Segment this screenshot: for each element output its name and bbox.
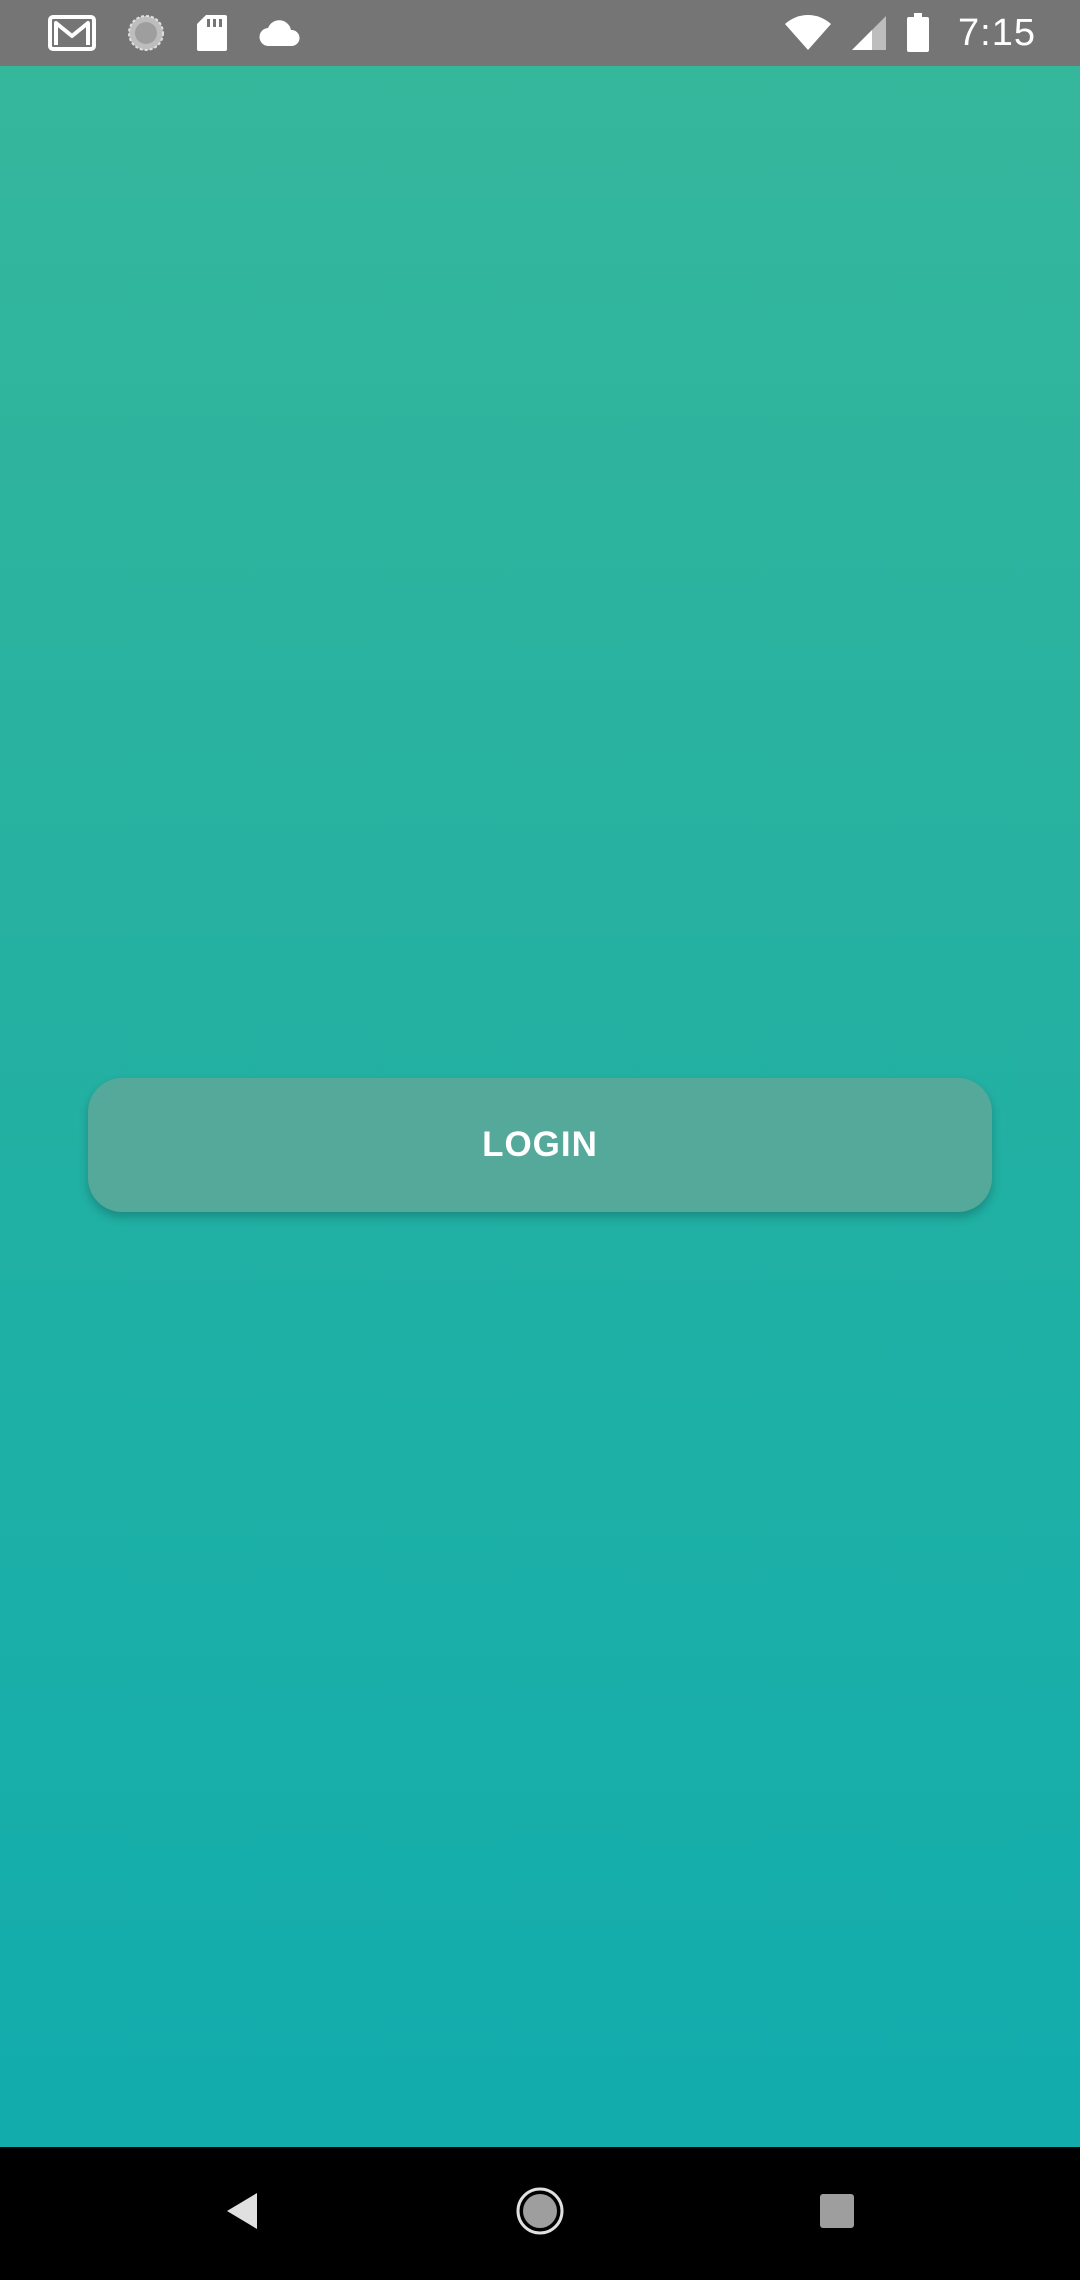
back-icon: [223, 2191, 263, 2236]
wifi-icon: [784, 14, 832, 52]
gmail-icon: [48, 15, 96, 51]
back-button[interactable]: [163, 2147, 323, 2280]
loading-icon: [126, 13, 166, 53]
login-screen: LOGIN: [0, 66, 1080, 2147]
sd-card-icon: [196, 14, 228, 52]
login-button[interactable]: LOGIN: [88, 1078, 992, 1212]
status-bar: 7:15: [0, 0, 1080, 66]
phone-screen: 7:15 LOGIN: [0, 0, 1080, 2280]
status-bar-time: 7:15: [958, 11, 1036, 54]
status-bar-system: 7:15: [766, 12, 1036, 55]
status-bar-notifications: [48, 13, 332, 53]
navigation-bar: [0, 2147, 1080, 2280]
battery-icon: [906, 13, 930, 53]
home-button[interactable]: [460, 2147, 620, 2280]
recents-icon: [819, 2193, 855, 2234]
home-icon: [514, 2185, 566, 2242]
recents-button[interactable]: [757, 2147, 917, 2280]
cloud-icon: [258, 18, 302, 48]
signal-icon: [850, 14, 888, 52]
